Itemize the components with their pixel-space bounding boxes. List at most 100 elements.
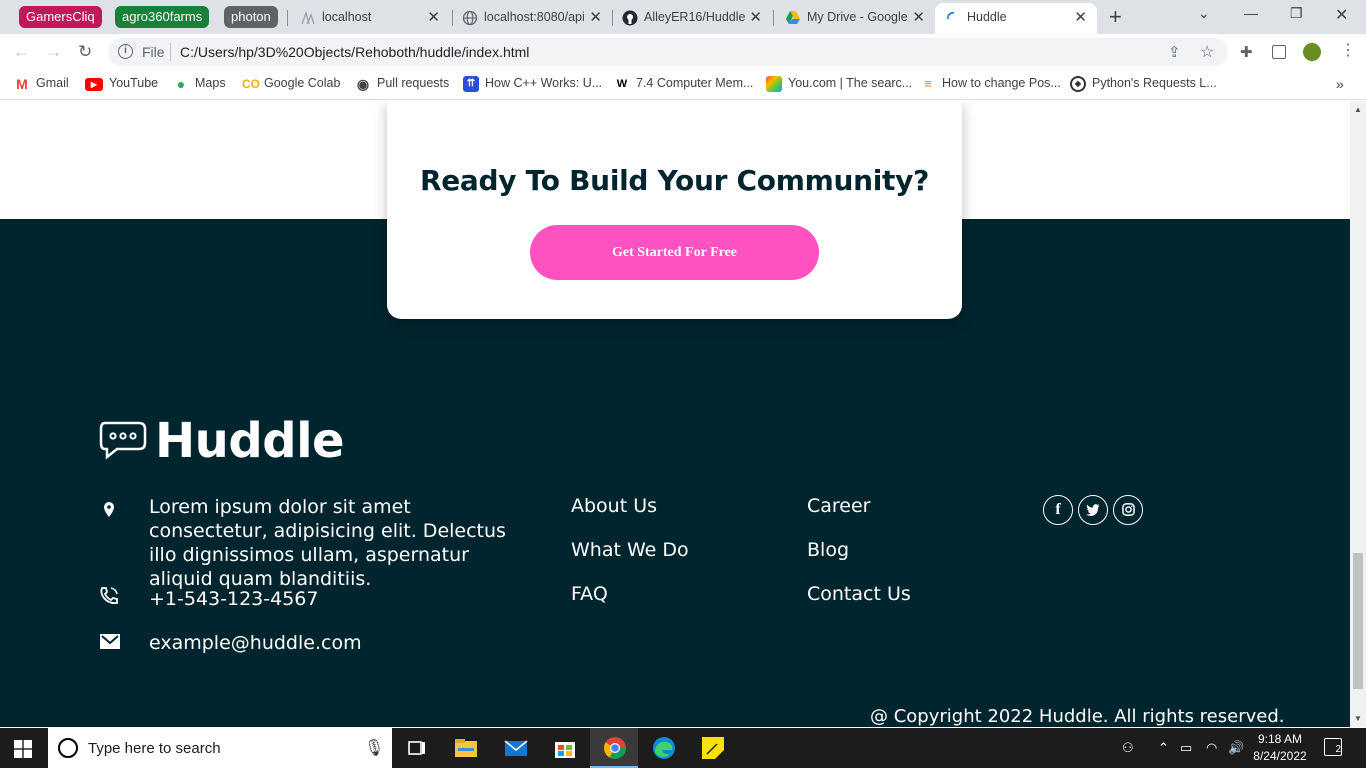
info-icon[interactable]: i — [118, 44, 133, 59]
forward-button[interactable]: → — [45, 42, 62, 62]
windows-start-icon[interactable] — [14, 740, 32, 758]
instagram-icon[interactable] — [1113, 495, 1143, 525]
bookmark-label: You.com | The searc... — [788, 76, 913, 90]
tab-github-huddle[interactable]: AlleyER16/Huddle ✕ — [612, 3, 772, 34]
footer-link-contact-us[interactable]: Contact Us — [807, 583, 911, 605]
back-button[interactable]: ← — [13, 42, 30, 62]
footer-link-blog[interactable]: Blog — [807, 539, 849, 561]
bookmark-youtube[interactable]: ▶ YouTube — [85, 76, 159, 91]
bookmark-python-requests[interactable]: ◆ Python's Requests L... — [1070, 76, 1217, 92]
taskbar-clock[interactable]: 9:18 AM 8/24/2022 — [1250, 731, 1310, 765]
close-tab-icon[interactable]: ✕ — [912, 3, 925, 32]
scroll-thumb[interactable] — [1353, 553, 1363, 689]
tab-title: localhost:8080/api — [484, 10, 585, 24]
tab-google-drive[interactable]: My Drive - Google ✕ — [775, 3, 935, 34]
wifi-icon[interactable]: ◠ — [1206, 740, 1217, 756]
chat-bubble-icon — [99, 421, 147, 460]
tab-title: Huddle — [967, 10, 1007, 24]
tab-title: My Drive - Google — [807, 10, 908, 24]
scroll-up-icon[interactable]: ▲ — [1354, 105, 1362, 114]
task-view-icon[interactable] — [403, 734, 431, 762]
share-icon[interactable]: ⇪ — [1168, 43, 1181, 61]
bookmark-gmail[interactable]: M Gmail — [14, 76, 69, 92]
email-icon — [100, 634, 120, 649]
tab-title: AlleyER16/Huddle — [644, 10, 746, 24]
new-tab-button[interactable]: + — [1109, 4, 1122, 30]
footer-copyright: @ Copyright 2022 Huddle. All rights rese… — [870, 706, 1285, 727]
footer-email[interactable]: example@huddle.com — [149, 631, 529, 655]
tab-huddle-active[interactable]: Huddle ✕ — [935, 3, 1097, 34]
footer-phone[interactable]: +1-543-123-4567 — [149, 587, 529, 611]
people-icon[interactable]: ⚇ — [1122, 740, 1134, 756]
bookmarks-bar: M Gmail ▶ YouTube ● Maps CO Google Colab ◉ Pu… — [0, 70, 1366, 100]
microsoft-store-icon[interactable] — [551, 734, 579, 762]
menu-icon[interactable]: ⋮ — [1340, 40, 1356, 60]
restore-button[interactable]: ❐ — [1290, 5, 1303, 22]
tab-group-agro360farms[interactable]: agro360farms — [115, 6, 210, 28]
more-bookmarks-icon[interactable]: » — [1336, 76, 1344, 92]
taskbar-search[interactable]: Type here to search 🎙 — [48, 728, 392, 768]
bookmark-how-cpp-works[interactable]: ⇈ How C++ Works: U... — [463, 76, 602, 92]
sticky-notes-icon[interactable] — [699, 734, 727, 762]
maps-icon: ● — [176, 76, 186, 92]
tab-group-gamerscliq[interactable]: GamersCliq — [19, 6, 102, 28]
microphone-icon[interactable]: 🎙 — [364, 738, 384, 758]
tab-group-photon[interactable]: photon — [224, 6, 278, 28]
tab-search-icon[interactable]: ⌄ — [1198, 5, 1210, 22]
extensions-icon[interactable]: ✚ — [1240, 43, 1253, 61]
address-bar[interactable]: i File C:/Users/hp/3D%20Objects/Rehoboth… — [108, 38, 1228, 66]
tab-localhost-api[interactable]: localhost:8080/api ✕ — [452, 3, 612, 34]
bookmark-star-icon[interactable]: ☆ — [1200, 42, 1214, 62]
edge-icon[interactable] — [650, 734, 678, 762]
footer-link-about-us[interactable]: About Us — [571, 495, 657, 517]
scheme-label: File — [142, 44, 165, 60]
show-hidden-icons[interactable]: ⌃ — [1158, 740, 1169, 756]
bookmark-maps[interactable]: ● Maps — [173, 76, 226, 92]
bookmark-label: 7.4 Computer Mem... — [636, 76, 754, 90]
brand-name: Huddle — [155, 413, 345, 469]
profile-avatar[interactable] — [1303, 43, 1321, 61]
url-text[interactable]: C:/Users/hp/3D%20Objects/Rehoboth/huddle… — [180, 44, 529, 60]
python-icon: ◆ — [1070, 76, 1086, 92]
notification-center-icon[interactable]: 2 — [1324, 738, 1342, 756]
bookmark-pull-requests[interactable]: ◉ Pull requests — [355, 76, 449, 92]
tab-localhost[interactable]: localhost ✕ — [290, 3, 450, 34]
battery-icon[interactable]: ▭ — [1180, 740, 1192, 756]
search-placeholder: Type here to search — [88, 740, 221, 757]
mail-icon[interactable] — [502, 734, 530, 762]
side-panel-icon[interactable] — [1272, 45, 1286, 59]
bookmark-label: Gmail — [36, 76, 69, 90]
footer-link-what-we-do[interactable]: What We Do — [571, 539, 689, 561]
bookmark-label: YouTube — [109, 76, 159, 90]
reload-button[interactable]: ↻ — [78, 42, 92, 62]
cta-card: Ready To Build Your Community? Get Start… — [387, 101, 962, 319]
twitter-icon[interactable] — [1078, 495, 1108, 525]
globe-icon — [462, 10, 478, 26]
footer-link-faq[interactable]: FAQ — [571, 583, 608, 605]
close-tab-icon[interactable]: ✕ — [589, 3, 602, 32]
bookmark-change-pos[interactable]: ≡ How to change Pos... — [920, 76, 1061, 91]
bookmark-label: Google Colab — [264, 76, 341, 90]
chrome-icon[interactable] — [601, 734, 629, 762]
colab-icon: CO — [242, 77, 260, 91]
volume-icon[interactable]: 🔊 — [1228, 740, 1244, 756]
footer-link-career[interactable]: Career — [807, 495, 871, 517]
bookmark-computer-memory[interactable]: W 7.4 Computer Mem... — [614, 76, 754, 90]
close-tab-icon[interactable]: ✕ — [427, 3, 440, 32]
github-icon — [622, 10, 638, 26]
page-scrollbar[interactable]: ▲ ▼ — [1350, 101, 1366, 727]
file-explorer-icon[interactable] — [452, 734, 480, 762]
facebook-icon[interactable]: f — [1043, 495, 1073, 525]
footer-address: Lorem ipsum dolor sit amet consectetur, … — [149, 496, 506, 590]
bookmark-youcom[interactable]: You.com | The searc... — [766, 76, 913, 92]
bookmark-label: Python's Requests L... — [1092, 76, 1217, 90]
huddle-page: Ready To Build Your Community? Get Start… — [0, 101, 1350, 727]
minimize-button[interactable]: — — [1244, 5, 1258, 21]
get-started-button[interactable]: Get Started For Free — [530, 225, 819, 280]
close-window-button[interactable]: ✕ — [1335, 5, 1348, 25]
scroll-down-icon[interactable]: ▼ — [1354, 714, 1362, 723]
windows-taskbar: Type here to search 🎙 ⚇ ⌃ ▭ ◠ 🔊 9:18 AM … — [0, 728, 1366, 768]
close-tab-icon[interactable]: ✕ — [1074, 3, 1087, 32]
close-tab-icon[interactable]: ✕ — [749, 3, 762, 32]
bookmark-google-colab[interactable]: CO Google Colab — [242, 76, 341, 91]
